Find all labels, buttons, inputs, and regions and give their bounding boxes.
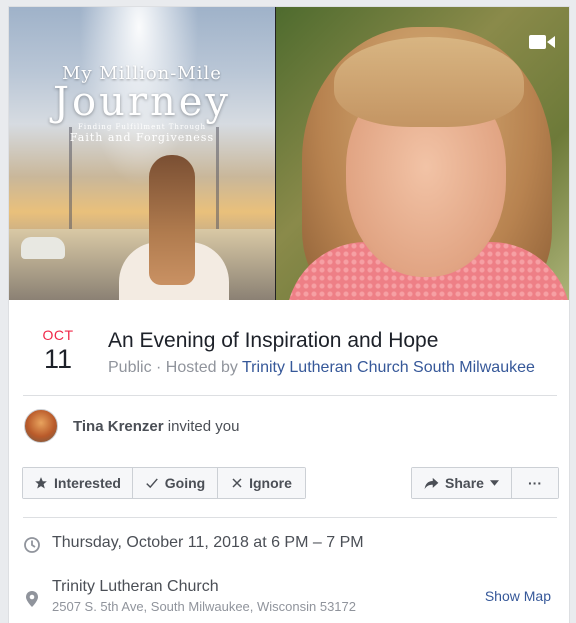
event-month: OCT xyxy=(42,327,74,343)
share-label: Share xyxy=(445,475,484,491)
divider xyxy=(23,395,557,396)
checkmark-icon xyxy=(146,478,158,489)
interested-label: Interested xyxy=(54,475,121,491)
rsvp-button-group: Interested Going Ignore xyxy=(22,467,306,499)
event-time: Thursday, October 11, 2018 at 6 PM – 7 P… xyxy=(52,534,364,551)
chevron-down-icon xyxy=(489,480,499,486)
event-date: OCT 11 xyxy=(23,327,93,375)
hosted-by-label: Hosted by xyxy=(165,359,242,376)
interested-button[interactable]: Interested xyxy=(23,468,133,498)
book-title-line2: Journey xyxy=(52,79,232,125)
star-icon xyxy=(35,477,47,489)
event-day: 11 xyxy=(43,344,73,374)
video-camera-icon[interactable] xyxy=(529,33,555,51)
book-cover-image: My Million-Mile Journey Finding Fulfillm… xyxy=(9,7,275,300)
close-icon xyxy=(232,478,242,488)
inviter-name-link[interactable]: Tina Krenzer xyxy=(73,418,164,435)
event-privacy: Public xyxy=(108,359,152,376)
event-meta: Public · Hosted by Trinity Lutheran Chur… xyxy=(108,359,535,377)
share-button-group: Share ··· xyxy=(411,467,559,499)
more-options-button[interactable]: ··· xyxy=(512,468,558,498)
share-button[interactable]: Share xyxy=(412,468,512,498)
share-arrow-icon xyxy=(424,477,439,489)
location-pin-icon xyxy=(26,591,38,607)
book-subtitle-line1: Finding Fulfillment Through xyxy=(77,123,206,131)
divider xyxy=(23,517,557,518)
clock-icon xyxy=(24,537,40,553)
event-cover-photo[interactable]: My Million-Mile Journey Finding Fulfillm… xyxy=(9,7,569,300)
event-host-link[interactable]: Trinity Lutheran Church South Milwaukee xyxy=(242,359,535,376)
invite-label: invited you xyxy=(163,418,240,435)
location-address: 2507 S. 5th Ave, South Milwaukee, Wiscon… xyxy=(52,599,357,614)
going-label: Going xyxy=(164,475,206,491)
avatar[interactable] xyxy=(24,409,58,443)
ignore-label: Ignore xyxy=(249,475,292,491)
book-subtitle-line2: Faith and Forgiveness xyxy=(69,131,215,144)
more-options-label: ··· xyxy=(528,475,542,491)
location-name[interactable]: Trinity Lutheran Church xyxy=(52,578,219,596)
invite-text: Tina Krenzer invited you xyxy=(73,418,239,435)
show-map-link[interactable]: Show Map xyxy=(485,588,551,604)
event-title: An Evening of Inspiration and Hope xyxy=(108,329,439,352)
event-card: My Million-Mile Journey Finding Fulfillm… xyxy=(8,6,570,623)
meta-separator: · xyxy=(151,359,166,376)
going-button[interactable]: Going xyxy=(133,468,218,498)
speaker-portrait-image xyxy=(276,7,569,300)
ignore-button[interactable]: Ignore xyxy=(218,468,305,498)
